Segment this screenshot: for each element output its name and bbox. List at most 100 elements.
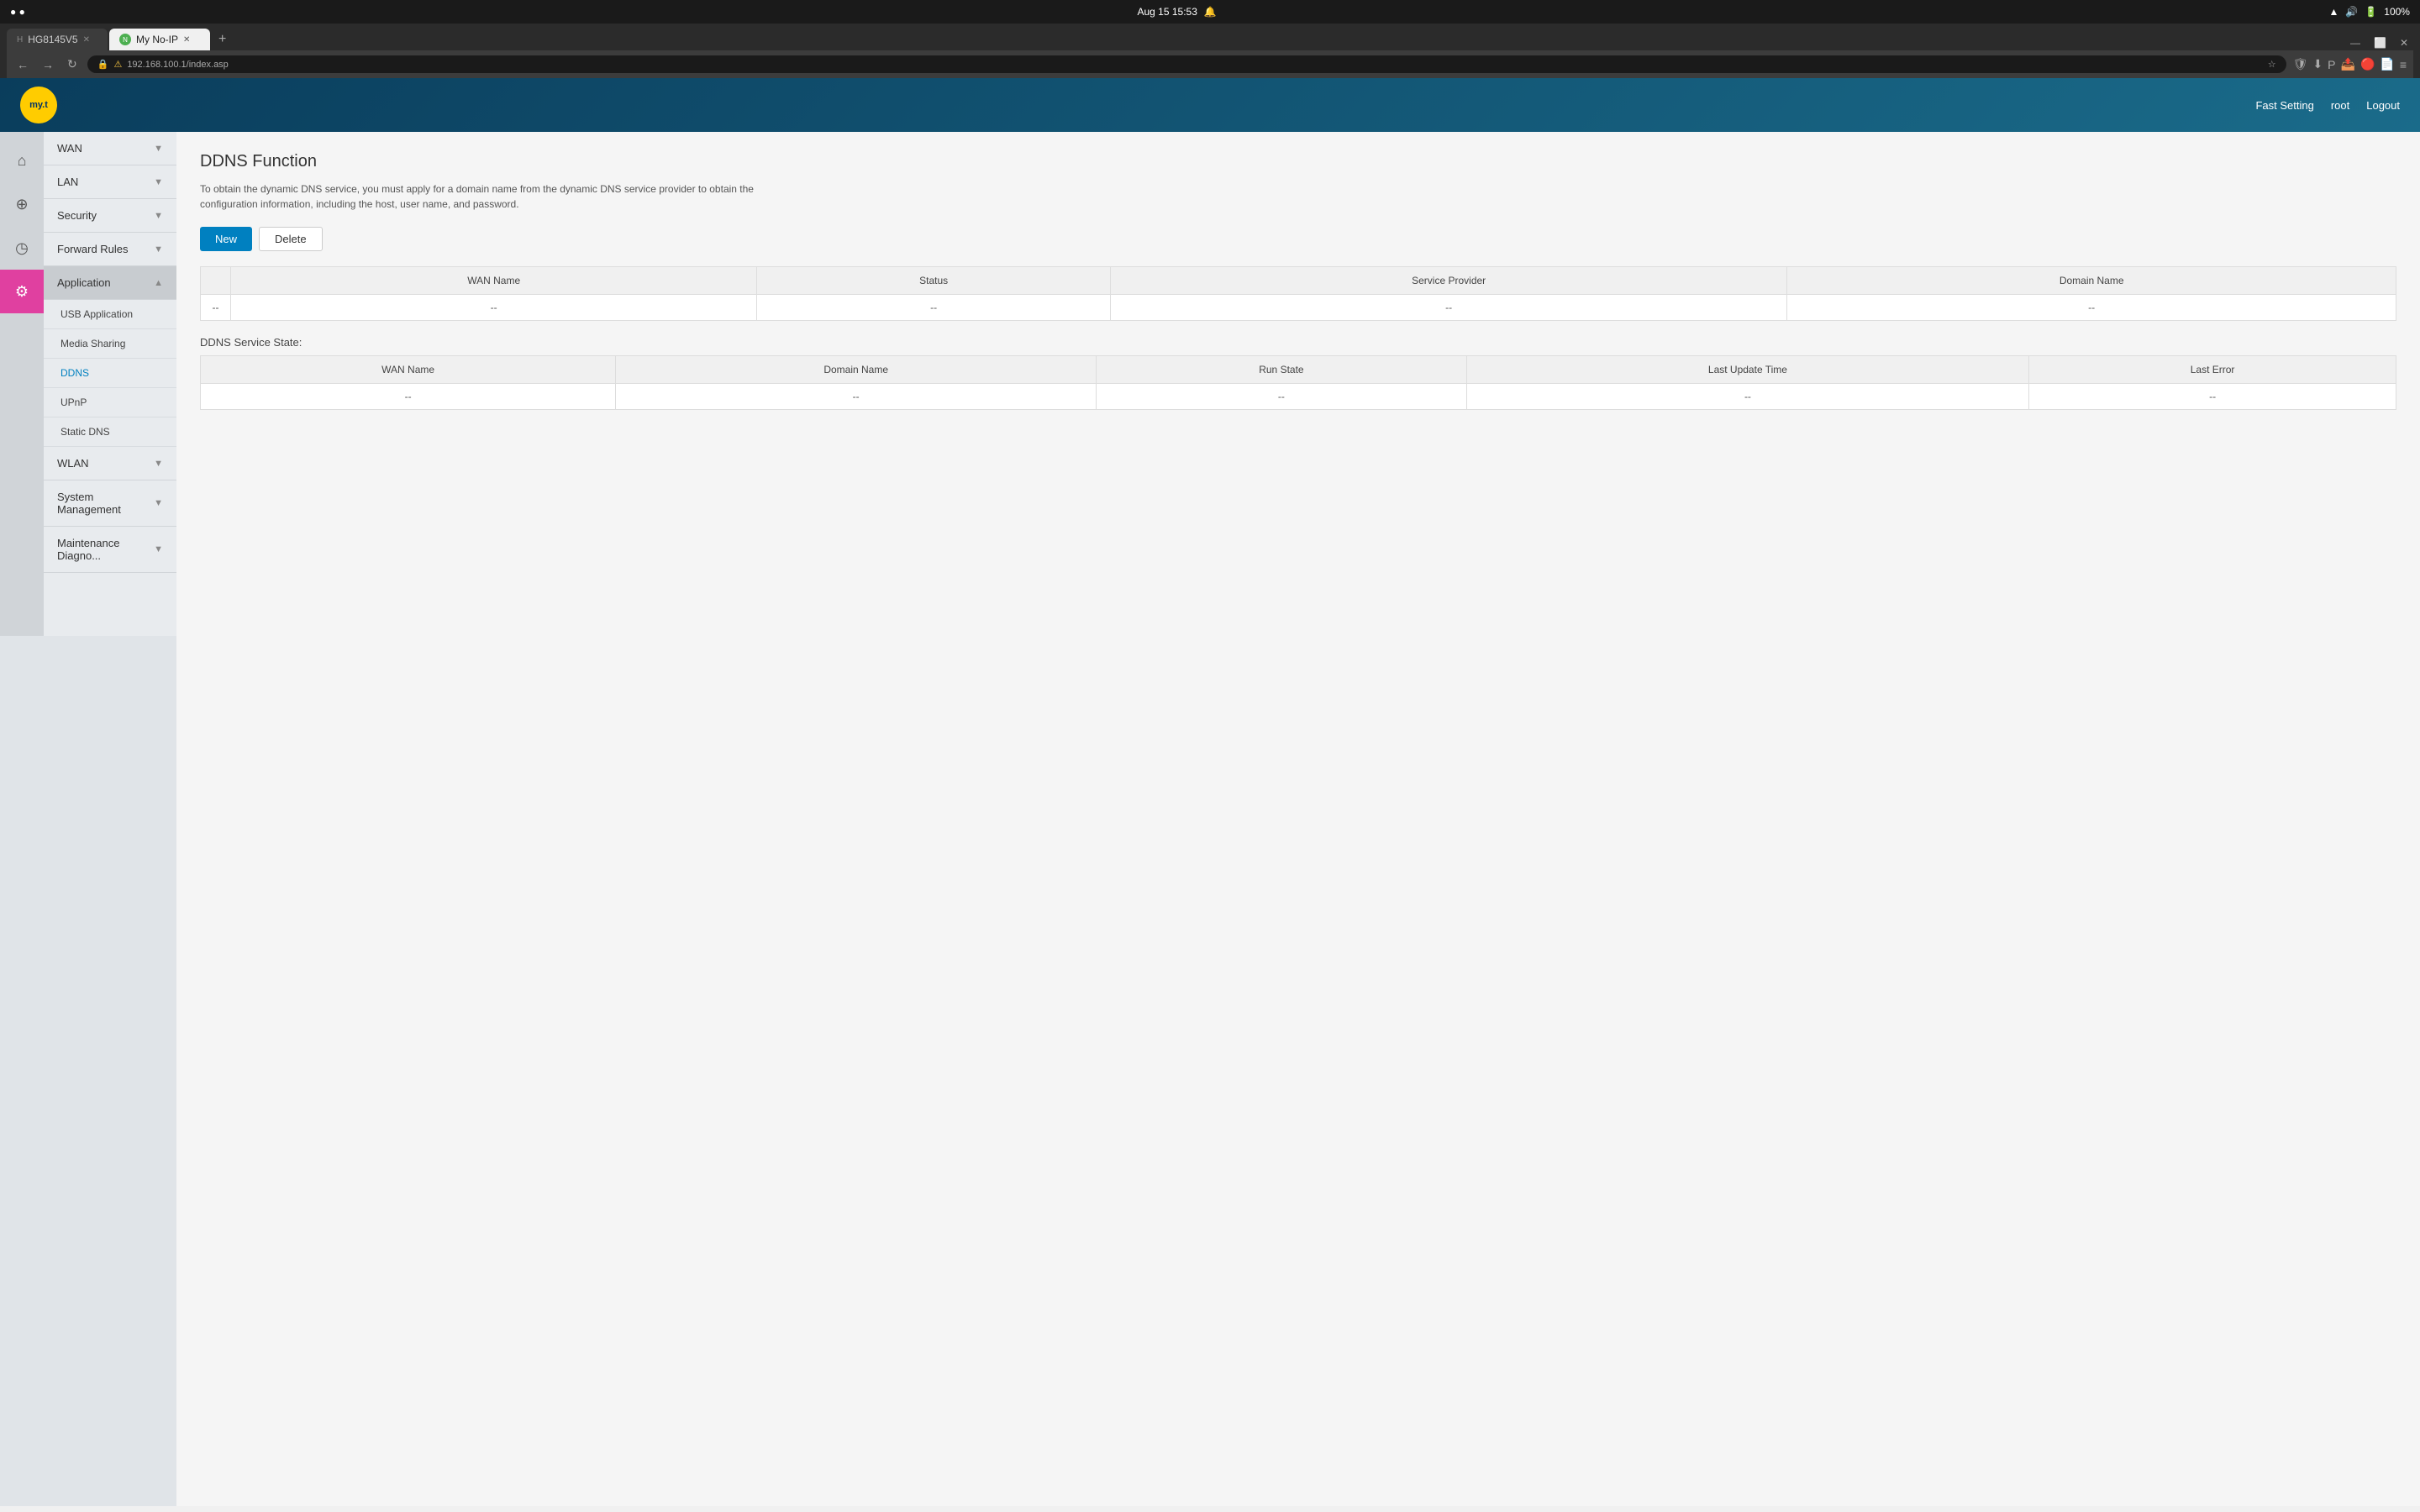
fast-setting-link[interactable]: Fast Setting: [2255, 99, 2313, 112]
star-icon[interactable]: ☆: [2268, 59, 2276, 70]
static-dns-label: Static DNS: [60, 426, 110, 438]
sidebar-item-lan[interactable]: LAN ▼: [44, 165, 176, 199]
lock-icon: 🔒: [97, 59, 109, 70]
forward-chevron: ▼: [154, 244, 163, 255]
security-label: Security: [57, 209, 97, 222]
sidebar-icon-home[interactable]: ⌂: [0, 139, 44, 182]
share-icon: 📤: [2341, 57, 2355, 71]
pocket-icon: P: [2328, 58, 2335, 71]
tab-hg8145v5[interactable]: H HG8145V5 ✕: [7, 29, 108, 50]
sscell-wan-name: --: [201, 384, 616, 410]
reader-icon: 📄: [2380, 57, 2394, 71]
wlan-chevron: ▼: [154, 459, 163, 469]
sidebar-item-maintenance[interactable]: Maintenance Diagno... ▼: [44, 527, 176, 573]
tab-close-hg[interactable]: ✕: [83, 35, 90, 45]
delete-button[interactable]: Delete: [259, 227, 323, 251]
user-label: root: [2331, 99, 2349, 112]
sidebar-item-application[interactable]: Application ▲: [44, 266, 176, 300]
sscol-run-state: Run State: [1097, 356, 1467, 384]
main-layout: ⌂ ⊕ ◷ ⚙ WAN ▼ LAN ▼ Security ▼: [0, 132, 2420, 1506]
security-chevron: ▼: [154, 211, 163, 221]
cell-domain-name: --: [1787, 295, 2396, 321]
warning-icon: ⚠: [113, 59, 122, 70]
sscell-last-update-time: --: [1466, 384, 2028, 410]
sidebar-item-wan[interactable]: WAN ▼: [44, 132, 176, 165]
application-chevron: ▲: [154, 278, 163, 288]
sidebar-subitem-ddns[interactable]: DDNS: [44, 359, 176, 388]
tab-label-noip: My No-IP: [136, 34, 178, 45]
service-state-row: -- -- -- -- --: [201, 384, 2396, 410]
sscell-last-error: --: [2029, 384, 2396, 410]
col-wan-name: WAN Name: [231, 267, 757, 295]
app-logo: my.t: [20, 87, 57, 123]
usb-app-label: USB Application: [60, 308, 133, 320]
service-state-table: WAN Name Domain Name Run State Last Upda…: [200, 355, 2396, 410]
os-pill: ● ●: [10, 6, 25, 18]
description: To obtain the dynamic DNS service, you m…: [200, 181, 771, 212]
sidebar-subitem-static-dns[interactable]: Static DNS: [44, 417, 176, 447]
sidebar-item-forward-rules[interactable]: Forward Rules ▼: [44, 233, 176, 266]
col-checkbox: [201, 267, 231, 295]
tab-bar: H HG8145V5 ✕ N My No-IP ✕ + — ⬜ ✕: [7, 29, 2413, 50]
upnp-label: UPnP: [60, 396, 87, 408]
sidebar-icon-upload[interactable]: ⊕: [0, 182, 44, 226]
lan-chevron: ▼: [154, 177, 163, 187]
sidebar: ⌂ ⊕ ◷ ⚙ WAN ▼ LAN ▼ Security ▼: [0, 132, 176, 1506]
sscell-run-state: --: [1097, 384, 1467, 410]
window-close-button[interactable]: ✕: [2395, 35, 2413, 50]
datetime: Aug 15 15:53: [1137, 6, 1197, 18]
tab-favicon-hg: H: [17, 35, 23, 45]
logout-link[interactable]: Logout: [2366, 99, 2400, 112]
lan-label: LAN: [57, 176, 78, 188]
sidebar-item-security[interactable]: Security ▼: [44, 199, 176, 233]
address-bar[interactable]: 🔒 ⚠ 192.168.100.1/index.asp ☆: [87, 55, 2286, 73]
addon-icon: 🔴: [2360, 57, 2375, 71]
sidebar-icon-clock[interactable]: ◷: [0, 226, 44, 270]
sscell-domain-name: --: [616, 384, 1097, 410]
bell-icon: 🔔: [1204, 6, 1217, 18]
sidebar-item-wlan[interactable]: WLAN ▼: [44, 447, 176, 480]
window-maximize-button[interactable]: ⬜: [2369, 35, 2391, 50]
col-domain-name: Domain Name: [1787, 267, 2396, 295]
download-icon: ⬇: [2312, 57, 2323, 71]
service-state-label: DDNS Service State:: [200, 336, 2396, 349]
sidebar-subitem-usb-application[interactable]: USB Application: [44, 300, 176, 329]
reload-button[interactable]: ↻: [64, 55, 81, 73]
cell-service-provider: --: [1110, 295, 1786, 321]
sidebar-subitem-media-sharing[interactable]: Media Sharing: [44, 329, 176, 359]
forward-rules-label: Forward Rules: [57, 243, 129, 255]
sscol-wan-name: WAN Name: [201, 356, 616, 384]
volume-icon: 🔊: [2345, 6, 2358, 18]
content-area: DDNS Function To obtain the dynamic DNS …: [176, 132, 2420, 1506]
application-label: Application: [57, 276, 111, 289]
sidebar-icon-gear[interactable]: ⚙: [0, 270, 44, 313]
sscol-last-error: Last Error: [2029, 356, 2396, 384]
window-minimize-button[interactable]: —: [2345, 35, 2365, 50]
col-status: Status: [757, 267, 1111, 295]
page-title: DDNS Function: [200, 152, 2396, 171]
table-row: -- -- -- -- --: [201, 295, 2396, 321]
media-sharing-label: Media Sharing: [60, 338, 125, 349]
sidebar-icon-column: ⌂ ⊕ ◷ ⚙: [0, 132, 44, 636]
cell-wan-name: --: [231, 295, 757, 321]
new-tab-button[interactable]: +: [212, 29, 233, 50]
shield-icon: 🛡: [2293, 57, 2308, 71]
new-button[interactable]: New: [200, 227, 252, 251]
wan-chevron: ▼: [154, 144, 163, 154]
browser-chrome: H HG8145V5 ✕ N My No-IP ✕ + — ⬜ ✕ ← → ↻ …: [0, 24, 2420, 78]
system-management-label: System Management: [57, 491, 154, 516]
wifi-icon: ▲: [2328, 6, 2338, 18]
tab-mynoip[interactable]: N My No-IP ✕: [109, 29, 210, 50]
menu-icon[interactable]: ≡: [2400, 58, 2407, 71]
maintenance-chevron: ▼: [154, 544, 163, 554]
browser-actions: 🛡 ⬇ P 📤 🔴 📄 ≡: [2293, 57, 2407, 71]
tab-close-noip[interactable]: ✕: [183, 35, 190, 45]
sscol-domain-name: Domain Name: [616, 356, 1097, 384]
app-header: my.t Fast Setting root Logout: [0, 78, 2420, 132]
forward-button[interactable]: →: [39, 56, 57, 73]
sscol-last-update-time: Last Update Time: [1466, 356, 2028, 384]
main-table: WAN Name Status Service Provider Domain …: [200, 266, 2396, 321]
sidebar-item-system-management[interactable]: System Management ▼: [44, 480, 176, 527]
sidebar-subitem-upnp[interactable]: UPnP: [44, 388, 176, 417]
back-button[interactable]: ←: [13, 56, 32, 73]
